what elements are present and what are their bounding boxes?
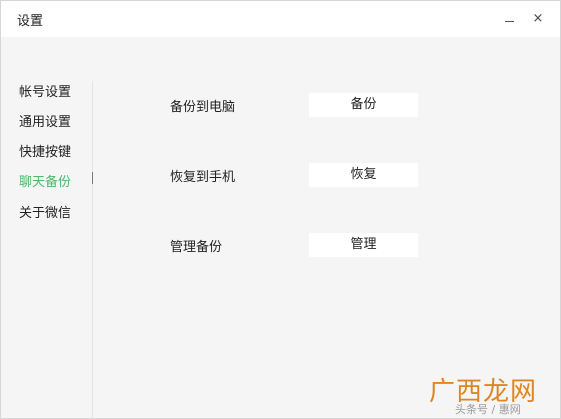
- settings-window: 设置 × 帐号设置 通用设置 快捷按键 聊天备份 关于微信 备份到电脑 备份 恢…: [0, 0, 561, 419]
- backup-to-pc-label: 备份到电脑: [170, 100, 236, 115]
- manage-button[interactable]: 管理: [309, 233, 418, 257]
- active-indicator: [92, 172, 93, 184]
- restore-to-phone-label: 恢复到手机: [170, 170, 236, 185]
- settings-sidebar: 帐号设置 通用设置 快捷按键 聊天备份 关于微信: [1, 37, 93, 418]
- close-button[interactable]: ×: [528, 9, 548, 29]
- title-bar: 设置 ×: [1, 1, 560, 37]
- manage-backup-label: 管理备份: [170, 240, 223, 255]
- sidebar-item-shortcuts[interactable]: 快捷按键: [19, 141, 71, 160]
- minimize-button[interactable]: [500, 9, 520, 29]
- sidebar-divider: [92, 81, 93, 418]
- sidebar-item-chat-backup[interactable]: 聊天备份: [19, 171, 71, 190]
- sidebar-item-account[interactable]: 帐号设置: [19, 81, 71, 100]
- sidebar-item-about[interactable]: 关于微信: [19, 202, 71, 221]
- window-title: 设置: [17, 14, 44, 29]
- sidebar-item-general[interactable]: 通用设置: [19, 111, 71, 130]
- watermark-caption: 头条号 / 惠网: [455, 403, 521, 416]
- backup-button[interactable]: 备份: [309, 93, 418, 117]
- watermark: 广西龙网 头条号 / 惠网: [415, 371, 555, 417]
- restore-button[interactable]: 恢复: [309, 163, 418, 187]
- minimize-icon: [505, 21, 514, 22]
